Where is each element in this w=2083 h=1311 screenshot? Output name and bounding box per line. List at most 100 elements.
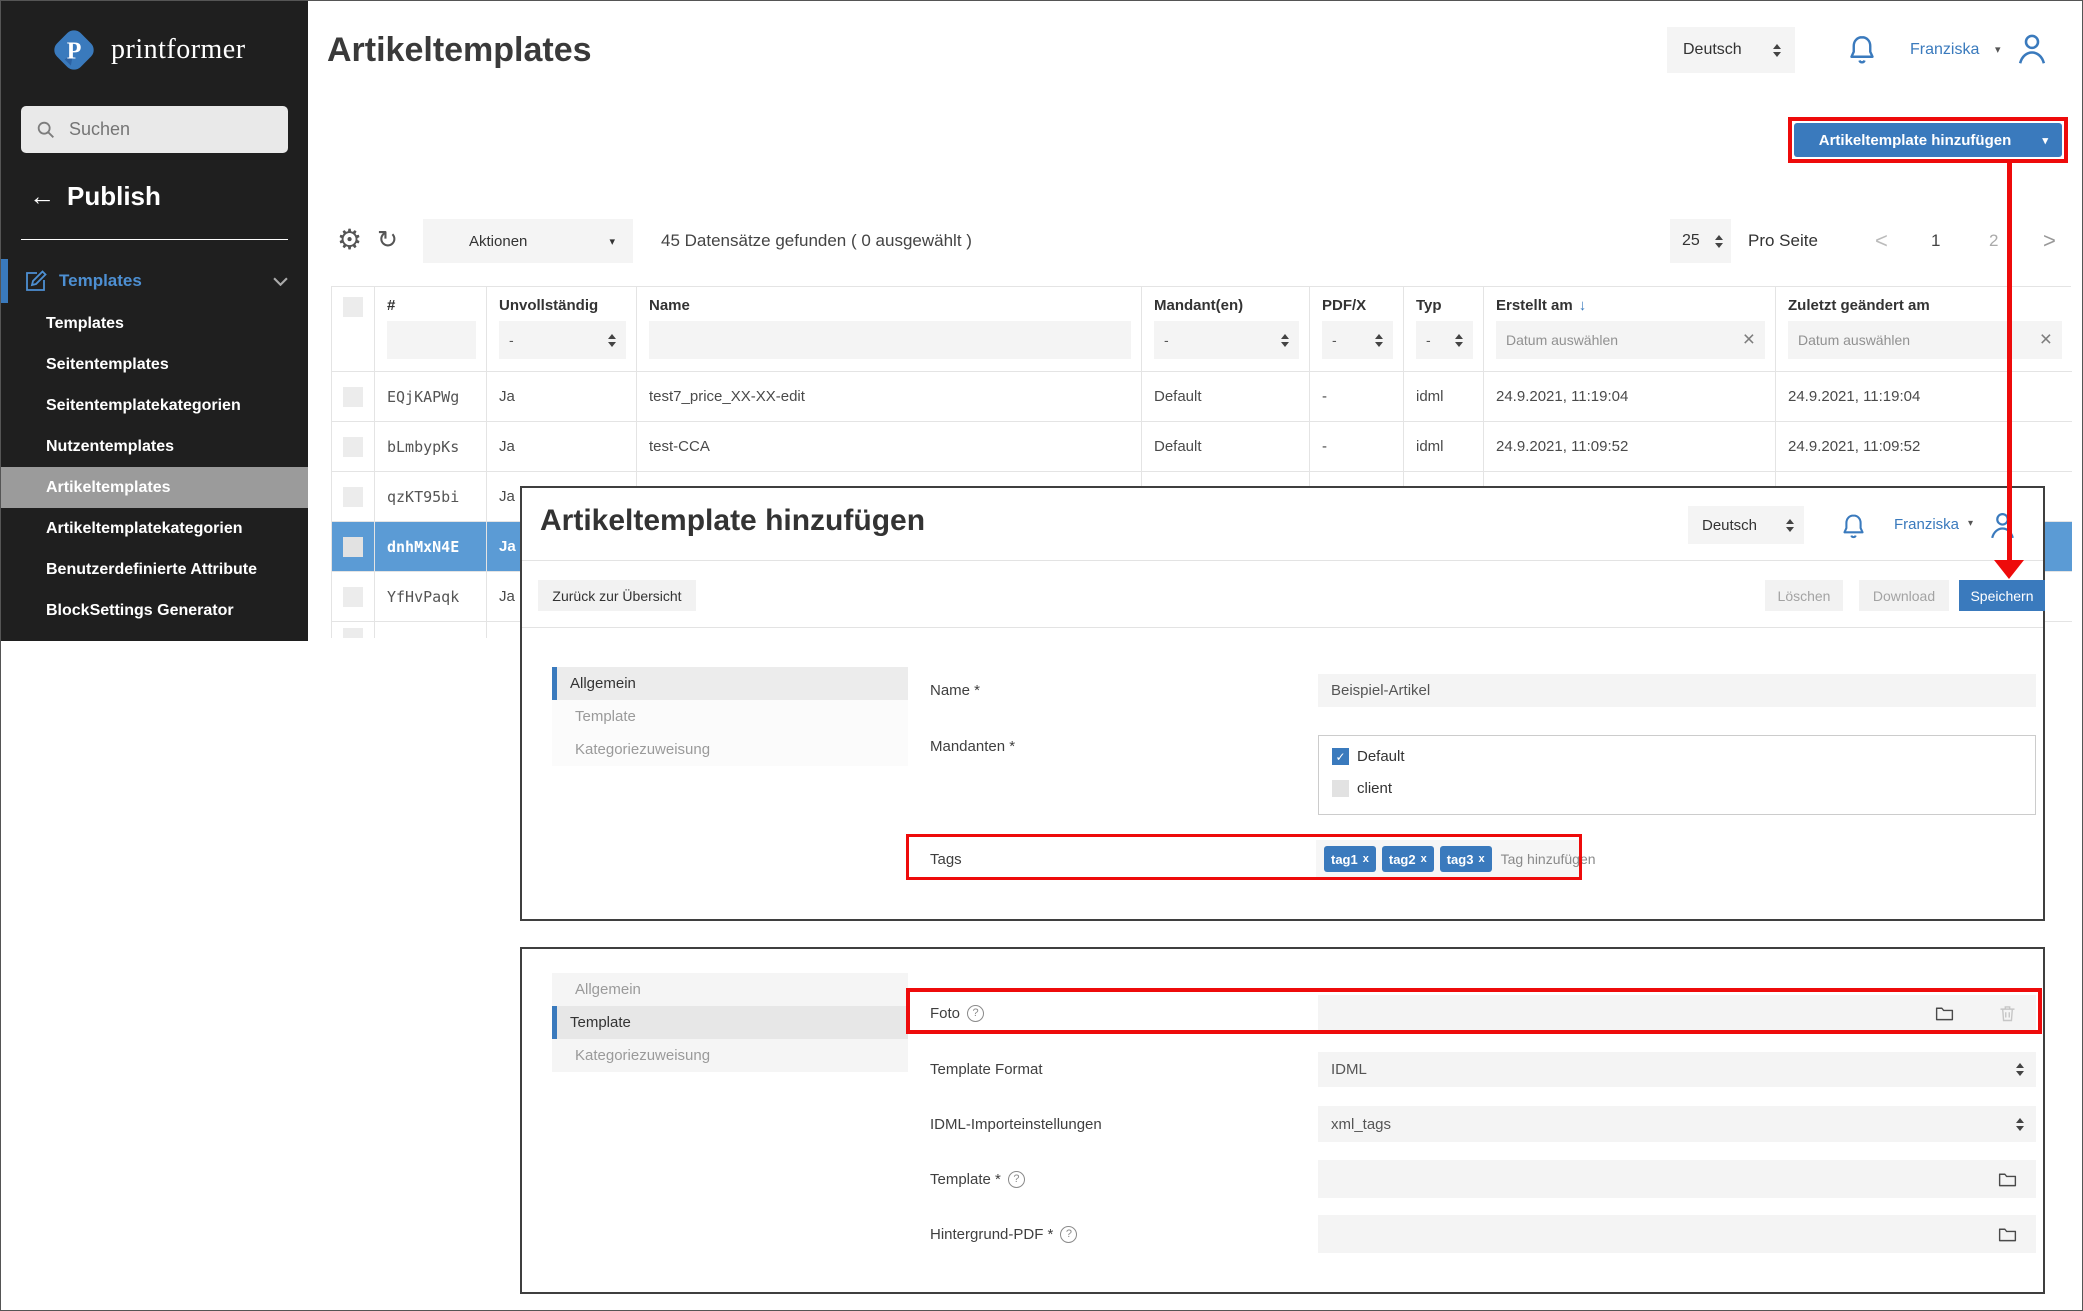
nav-allgemein[interactable]: Allgemein	[552, 667, 908, 700]
nav-template[interactable]: Template	[552, 1006, 908, 1039]
sidebar-search[interactable]	[21, 106, 288, 153]
language-select[interactable]: Deutsch	[1667, 27, 1795, 73]
folder-icon[interactable]	[1997, 1224, 2018, 1245]
notification-bell-icon[interactable]	[1838, 510, 1869, 543]
page-next[interactable]: >	[2043, 219, 2056, 263]
filter-erstellt-am[interactable]: ×	[1496, 321, 1765, 359]
date-from-input[interactable]	[1506, 332, 1743, 348]
filter-typ[interactable]: -	[1416, 321, 1473, 359]
checkbox-unchecked-icon[interactable]	[1332, 780, 1349, 797]
table-row-checkbox[interactable]	[332, 372, 375, 422]
sidebar-item-blocksettings-generator[interactable]: BlockSettings Generator	[1, 590, 308, 631]
filter-name[interactable]	[649, 321, 1131, 359]
table-row-checkbox[interactable]	[332, 422, 375, 472]
column-header-mandant[interactable]: Mandant(en) -	[1142, 287, 1310, 372]
back-to-overview-button[interactable]: Zurück zur Übersicht	[538, 580, 696, 611]
page-number-2[interactable]: 2	[1989, 219, 1998, 263]
filter-name-input[interactable]	[659, 332, 1121, 348]
template-format-select[interactable]: IDML	[1318, 1052, 2036, 1087]
tag-chip[interactable]: tag1 x	[1324, 846, 1376, 872]
column-header-pdfx[interactable]: PDF/X -	[1310, 287, 1404, 372]
tag-chip[interactable]: tag3 x	[1440, 846, 1492, 872]
clear-icon[interactable]: ×	[2040, 328, 2052, 352]
table-row-checkbox[interactable]	[332, 622, 375, 638]
clear-icon[interactable]: ×	[1743, 328, 1755, 352]
help-icon[interactable]: ?	[967, 1005, 984, 1022]
filter-zuletzt-geaendert[interactable]: ×	[1788, 321, 2062, 359]
page-number-1[interactable]: 1	[1931, 219, 1940, 263]
column-header-zuletzt-geaendert[interactable]: Zuletzt geändert am ×	[1776, 287, 2072, 372]
nav-kategoriezuweisung[interactable]: Kategoriezuweisung	[552, 733, 908, 766]
avatar-icon[interactable]	[1986, 508, 2019, 543]
cell-id[interactable]: dnhMxN4E	[375, 522, 487, 572]
filter-unvollstaendig[interactable]: -	[499, 321, 626, 359]
name-input[interactable]	[1331, 682, 2024, 699]
filter-id-input[interactable]	[397, 332, 466, 348]
remove-tag-icon[interactable]: x	[1478, 853, 1484, 865]
sidebar-item-benutzerdefinierte-attribute[interactable]: Benutzerdefinierte Attribute	[1, 549, 308, 590]
nav-allgemein[interactable]: Allgemein	[552, 973, 908, 1006]
column-header-name[interactable]: Name	[637, 287, 1142, 372]
add-tag-button[interactable]: Tag hinzufügen	[1501, 851, 1596, 867]
tags-field[interactable]: tag1 x tag2 x tag3 x Tag hinzufügen	[1316, 840, 1579, 878]
refresh-icon[interactable]: ↻	[377, 225, 398, 255]
nav-template[interactable]: Template	[552, 700, 908, 733]
sidebar-item-artikeltemplatekategorien[interactable]: Artikeltemplatekategorien	[1, 508, 308, 549]
sidebar-section-templates[interactable]: Templates	[1, 259, 308, 303]
column-header-erstellt-am[interactable]: Erstellt am ↓ ×	[1484, 287, 1776, 372]
search-input[interactable]	[69, 119, 269, 140]
tag-chip[interactable]: tag2 x	[1382, 846, 1434, 872]
template-file-field[interactable]	[1318, 1160, 2036, 1198]
background-pdf-field[interactable]	[1318, 1215, 2036, 1253]
folder-icon[interactable]	[1934, 1003, 1955, 1024]
table-row-checkbox[interactable]	[332, 472, 375, 522]
filter-id[interactable]	[387, 321, 476, 359]
page-prev[interactable]: <	[1875, 219, 1888, 263]
sidebar-item-templates[interactable]: Templates	[1, 303, 308, 344]
table-row-checkbox[interactable]	[332, 572, 375, 622]
filter-mandant[interactable]: -	[1154, 321, 1299, 359]
back-nav-publish[interactable]: ← Publish	[29, 181, 161, 212]
idml-import-select[interactable]: xml_tags	[1318, 1106, 2036, 1142]
actions-dropdown[interactable]: Aktionen ▾	[423, 219, 633, 263]
mandant-option-client[interactable]: client	[1332, 780, 1392, 797]
caret-down-icon[interactable]: ▾	[1995, 43, 2001, 56]
help-icon[interactable]: ?	[1008, 1171, 1025, 1188]
select-all-checkbox[interactable]	[343, 297, 363, 317]
folder-icon[interactable]	[1997, 1169, 2018, 1190]
date-to-input[interactable]	[1798, 332, 2040, 348]
sidebar-item-seitentemplates[interactable]: Seitentemplates	[1, 344, 308, 385]
cell-id[interactable]: EQjKAPWg	[375, 372, 487, 422]
column-header-id[interactable]: #	[375, 287, 487, 372]
remove-tag-icon[interactable]: x	[1363, 853, 1369, 865]
cell-name[interactable]: test-CCA	[637, 422, 1142, 472]
nav-kategoriezuweisung[interactable]: Kategoriezuweisung	[552, 1039, 908, 1072]
per-page-select[interactable]: 25	[1670, 219, 1731, 263]
cell-id[interactable]: bLmbypKs	[375, 422, 487, 472]
download-button[interactable]: Download	[1859, 580, 1949, 611]
foto-field[interactable]	[1318, 995, 2036, 1031]
checkbox-checked-icon[interactable]: ✓	[1332, 748, 1349, 765]
cell-name[interactable]: test7_price_XX-XX-edit	[637, 372, 1142, 422]
name-field[interactable]	[1318, 674, 2036, 707]
remove-tag-icon[interactable]: x	[1421, 853, 1427, 865]
caret-down-icon[interactable]: ▾	[1968, 518, 1973, 529]
column-header-unvollstaendig[interactable]: Unvollständig -	[487, 287, 637, 372]
table-row-checkbox[interactable]	[332, 522, 375, 572]
sidebar-item-seitentemplatekategorien[interactable]: Seitentemplatekategorien	[1, 385, 308, 426]
sort-desc-icon[interactable]: ↓	[1579, 297, 1587, 314]
mandant-option-default[interactable]: ✓ Default	[1332, 748, 1405, 765]
avatar-icon[interactable]	[2013, 29, 2051, 69]
help-icon[interactable]: ?	[1060, 1226, 1077, 1243]
sidebar-item-artikeltemplates[interactable]: Artikeltemplates	[1, 467, 308, 508]
filter-pdfx[interactable]: -	[1322, 321, 1393, 359]
trash-icon[interactable]	[1997, 1003, 2018, 1024]
notification-bell-icon[interactable]	[1844, 31, 1880, 69]
language-select[interactable]: Deutsch	[1688, 506, 1804, 544]
column-header-typ[interactable]: Typ -	[1404, 287, 1484, 372]
user-menu[interactable]: Franziska	[1910, 41, 1979, 59]
delete-button[interactable]: Löschen	[1765, 580, 1843, 611]
add-template-button[interactable]: Artikeltemplate hinzufügen ▾	[1794, 123, 2062, 157]
cell-id[interactable]: qzKT95bi	[375, 472, 487, 522]
settings-gear-icon[interactable]: ⚙	[337, 223, 362, 256]
